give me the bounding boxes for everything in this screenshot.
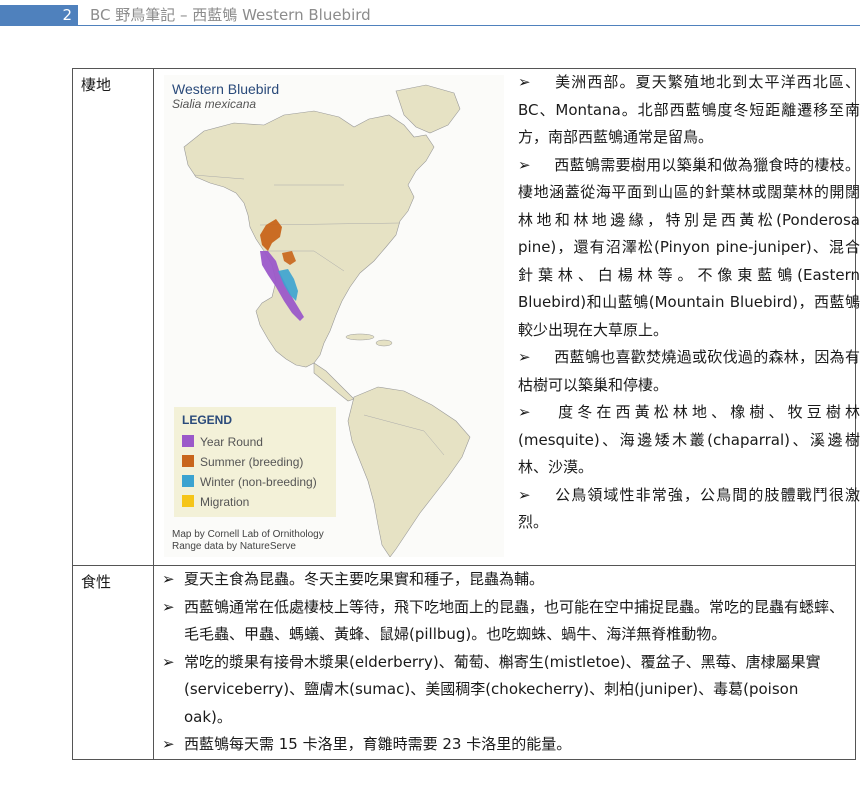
- north-america-landmass: [183, 110, 435, 368]
- arrow-bullet-icon: ➢: [518, 348, 531, 366]
- map-scientific-name: Sialia mexicana: [172, 97, 257, 111]
- habitat-paragraph-text: 西藍鴝也喜歡焚燒過或砍伐過的森林，因為有枯樹可以築巢和停棲。: [518, 348, 860, 394]
- arrow-bullet-icon: ➢: [162, 735, 175, 753]
- info-table: 棲地 Western Bluebird Sialia mexicana LEGE…: [72, 68, 860, 760]
- arrow-bullet-icon: ➢: [162, 597, 175, 616]
- diet-item-text: 西藍鴝每天需 15 卡洛里，育雛時需要 23 卡洛里的能量。: [184, 735, 572, 753]
- legend-title: LEGEND: [182, 413, 233, 427]
- header-title: BC 野鳥筆記 – 西藍鴝 Western Bluebird: [90, 6, 371, 24]
- legend-swatch-year-round: [182, 435, 194, 447]
- legend-label: Summer (breeding): [200, 455, 304, 469]
- map-title: Western Bluebird: [172, 81, 280, 97]
- habitat-paragraph-text: 公鳥領域性非常強，公鳥間的肢體戰鬥很激烈。: [518, 485, 860, 532]
- legend-swatch-migration: [182, 495, 194, 507]
- range-map: Western Bluebird Sialia mexicana LEGEND …: [164, 75, 504, 557]
- map-credit-line: Range data by NatureServe: [172, 541, 296, 552]
- legend-item-winter: Winter (non-breeding): [182, 475, 317, 489]
- diet-item-text: 西藍鴝通常在低處棲枝上等待，飛下吃地面上的昆蟲，也可能在空中捕捉昆蟲。常吃的昆蟲…: [184, 597, 845, 644]
- greenland-landmass: [395, 84, 461, 134]
- diet-label: 食性: [72, 565, 154, 760]
- diet-item-text: 常吃的漿果有接骨木漿果(elderberry)、葡萄、槲寄生(mistletoe…: [184, 652, 821, 726]
- arrow-bullet-icon: ➢: [162, 570, 175, 588]
- diet-item: ➢ 西藍鴝每天需 15 卡洛里，育雛時需要 23 卡洛里的能量。: [162, 731, 849, 759]
- diet-content: ➢ 夏天主食為昆蟲。冬天主要吃果實和種子，昆蟲為輔。 ➢ 西藍鴝通常在低處棲枝上等待…: [153, 565, 856, 760]
- caribbean-island-hispaniola: [375, 339, 393, 347]
- legend-label: Year Round: [200, 435, 263, 449]
- habitat-paragraph-text: 西藍鴝需要樹用以築巢和做為獵食時的棲枝。棲地涵蓋從海平面到山區的針葉林或闊葉林的…: [518, 155, 860, 339]
- habitat-description: ➢ 美洲西部。夏天繁殖地北到太平洋西北區、BC、Montana。北部西藍鴝度冬短距…: [518, 69, 860, 537]
- habitat-paragraph: ➢ 美洲西部。夏天繁殖地北到太平洋西北區、BC、Montana。北部西藍鴝度冬短距…: [518, 69, 860, 152]
- diet-item: ➢ 常吃的漿果有接骨木漿果(elderberry)、葡萄、槲寄生(mistleto…: [162, 649, 849, 732]
- arrow-bullet-icon: ➢: [518, 485, 531, 504]
- habitat-paragraph: ➢ 西藍鴝也喜歡焚燒過或砍伐過的森林，因為有枯樹可以築巢和停棲。: [518, 344, 860, 399]
- habitat-paragraph-text: 美洲西部。夏天繁殖地北到太平洋西北區、BC、Montana。北部西藍鴝度冬短距離…: [518, 73, 860, 146]
- diet-item-text: 夏天主食為昆蟲。冬天主要吃果實和種子，昆蟲為輔。: [184, 570, 545, 588]
- habitat-row: 棲地 Western Bluebird Sialia mexicana LEGE…: [72, 68, 860, 566]
- map-credit: Map by Cornell Lab of Ornithology Range …: [172, 529, 324, 553]
- central-america-landmass: [313, 362, 355, 402]
- legend-swatch-summer: [182, 455, 194, 467]
- legend-item-year-round: Year Round: [182, 435, 263, 449]
- habitat-paragraph: ➢ 西藍鴝需要樹用以築巢和做為獵食時的棲枝。棲地涵蓋從海平面到山區的針葉林或闊葉林…: [518, 152, 860, 345]
- legend-item-migration: Migration: [182, 495, 249, 509]
- arrow-bullet-icon: ➢: [518, 403, 531, 421]
- legend-item-summer: Summer (breeding): [182, 455, 303, 469]
- caribbean-island-cuba: [345, 333, 375, 341]
- legend-label: Migration: [200, 495, 250, 509]
- page-number: 2: [0, 5, 78, 25]
- legend-swatch-winter: [182, 475, 194, 487]
- habitat-content: Western Bluebird Sialia mexicana LEGEND …: [153, 68, 860, 566]
- arrow-bullet-icon: ➢: [518, 155, 531, 174]
- diet-item: ➢ 夏天主食為昆蟲。冬天主要吃果實和種子，昆蟲為輔。: [162, 566, 849, 594]
- south-america-landmass: [347, 386, 471, 557]
- arrow-bullet-icon: ➢: [518, 73, 531, 91]
- arrow-bullet-icon: ➢: [162, 652, 175, 671]
- header-rule: [0, 25, 860, 26]
- habitat-paragraph-text: 度冬在西黃松林地、橡樹、牧豆樹林(mesquite)、海邊矮木叢(chaparr…: [518, 403, 860, 476]
- map-credit-line: Map by Cornell Lab of Ornithology: [172, 529, 324, 540]
- diet-row: 食性 ➢ 夏天主食為昆蟲。冬天主要吃果實和種子，昆蟲為輔。 ➢ 西藍鴝通常在低處棲枝…: [72, 565, 856, 760]
- habitat-paragraph: ➢ 度冬在西黃松林地、橡樹、牧豆樹林(mesquite)、海邊矮木叢(chapar…: [518, 399, 860, 482]
- habitat-paragraph: ➢ 公鳥領域性非常強，公鳥間的肢體戰鬥很激烈。: [518, 482, 860, 537]
- page-header: 2 BC 野鳥筆記 – 西藍鴝 Western Bluebird: [0, 0, 860, 30]
- legend-label: Winter (non-breeding): [200, 475, 317, 489]
- habitat-label: 棲地: [72, 68, 154, 566]
- diet-item: ➢ 西藍鴝通常在低處棲枝上等待，飛下吃地面上的昆蟲，也可能在空中捕捉昆蟲。常吃的昆…: [162, 594, 849, 649]
- map-legend: LEGEND Year Round Summer (breeding) Wint…: [174, 407, 336, 517]
